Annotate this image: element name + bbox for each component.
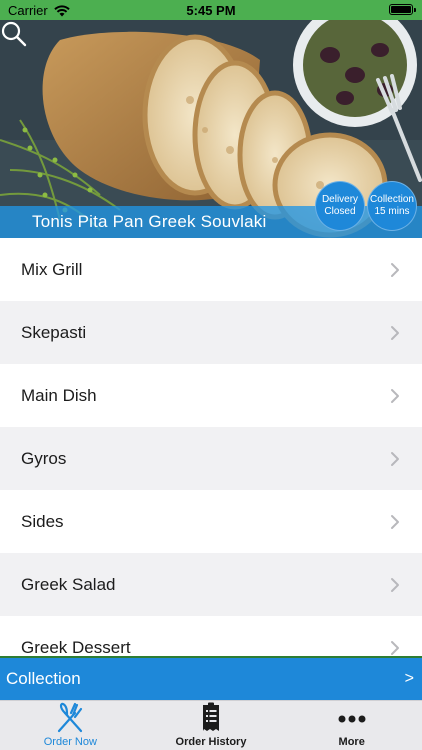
menu-category-row[interactable]: Main Dish: [0, 364, 422, 427]
chevron-right-icon: [391, 640, 399, 655]
hero-image: Tonis Pita Pan Greek Souvlaki Delivery C…: [0, 20, 422, 238]
chevron-right-icon: [391, 451, 399, 466]
status-time: 5:45 PM: [186, 3, 236, 18]
menu-category-row[interactable]: Greek Salad: [0, 553, 422, 616]
order-type-label: Collection: [6, 669, 81, 688]
menu-category-label: Greek Salad: [21, 574, 116, 594]
tab-order-history[interactable]: Order History: [141, 701, 282, 750]
collection-status-line1: Collection: [370, 194, 414, 205]
chevron-right-icon: [391, 262, 399, 277]
tab-label: More: [338, 736, 365, 748]
menu-category-label: Mix Grill: [21, 259, 83, 279]
order-type-arrow: >: [404, 670, 414, 687]
chevron-right-icon: [391, 325, 399, 340]
tab-label: Order History: [175, 736, 247, 748]
fork-knife-icon: [53, 701, 87, 735]
delivery-status-line1: Delivery: [321, 194, 359, 205]
menu-category-label: Gyros: [21, 448, 67, 468]
menu-category-label: Main Dish: [21, 385, 97, 405]
delivery-status-badge[interactable]: Delivery Closed: [315, 181, 365, 231]
restaurant-name: Tonis Pita Pan Greek Souvlaki: [32, 212, 267, 231]
delivery-status-line2: Closed: [324, 206, 356, 217]
tab-bar: Order Now Order History More: [0, 700, 422, 750]
search-icon[interactable]: [0, 20, 28, 48]
collection-status-line2: 15 mins: [374, 206, 410, 217]
menu-category-label: Greek Dessert: [21, 637, 131, 657]
menu-category-row[interactable]: Mix Grill: [0, 238, 422, 301]
menu-category-row[interactable]: Sides: [0, 490, 422, 553]
more-dots-icon: [335, 701, 369, 735]
chevron-right-icon: [391, 577, 399, 592]
tab-more[interactable]: More: [281, 701, 422, 750]
battery-icon: [389, 4, 416, 15]
status-bar: Carrier 5:45 PM: [0, 0, 422, 20]
receipt-icon: [194, 701, 228, 735]
menu-category-label: Skepasti: [21, 322, 87, 342]
chevron-right-icon: [391, 388, 399, 403]
tab-label: Order Now: [43, 736, 97, 748]
order-type-bar[interactable]: Collection >: [0, 656, 422, 700]
collection-status-badge[interactable]: Collection 15 mins: [367, 181, 417, 231]
menu-category-label: Sides: [21, 511, 64, 531]
menu-category-row[interactable]: Gyros: [0, 427, 422, 490]
menu-category-row[interactable]: Skepasti: [0, 301, 422, 364]
tab-order-now[interactable]: Order Now: [0, 701, 141, 750]
menu-category-list[interactable]: Mix Grill Skepasti Main Dish Gyros Sides…: [0, 238, 422, 656]
chevron-right-icon: [391, 514, 399, 529]
menu-category-row[interactable]: Greek Dessert: [0, 616, 422, 656]
